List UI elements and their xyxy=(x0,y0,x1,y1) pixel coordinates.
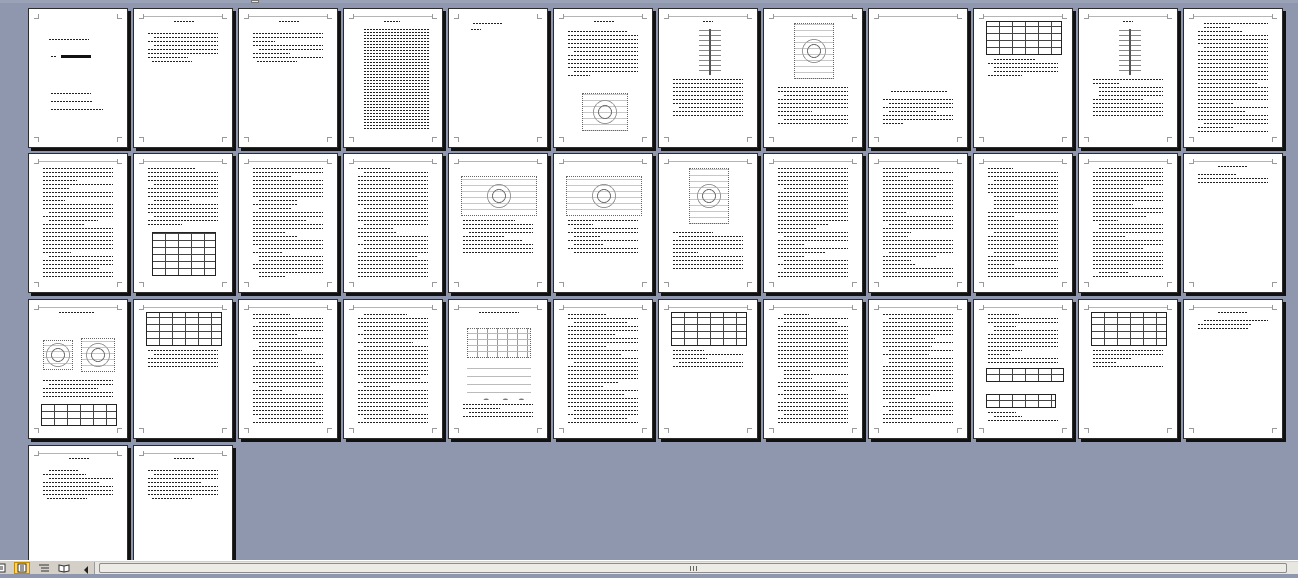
page-thumbnail[interactable] xyxy=(763,8,863,148)
page-thumbnail[interactable] xyxy=(238,153,338,293)
page-thumbnail[interactable] xyxy=(868,299,968,439)
reading-view-icon xyxy=(58,563,70,573)
arrow-left-icon xyxy=(83,559,89,578)
page-thumbnail[interactable] xyxy=(1078,153,1178,293)
page-thumbnail[interactable] xyxy=(868,153,968,293)
outline-view-button[interactable] xyxy=(36,562,52,574)
page-thumbnail[interactable] xyxy=(448,8,548,148)
page-thumbnail[interactable] xyxy=(343,153,443,293)
page-thumbnail[interactable] xyxy=(133,445,233,560)
scrollbar-grip-icon xyxy=(690,566,698,571)
page-thumbnail[interactable] xyxy=(238,8,338,148)
page-thumbnail[interactable] xyxy=(28,8,128,148)
reading-view-button[interactable] xyxy=(56,562,72,574)
page-thumbnail[interactable] xyxy=(763,153,863,293)
page-thumbnail[interactable] xyxy=(133,299,233,439)
page-thumbnail[interactable] xyxy=(1078,8,1178,148)
page-thumbnail[interactable] xyxy=(448,153,548,293)
page-thumbnail[interactable] xyxy=(553,153,653,293)
print-layout-view-button[interactable] xyxy=(14,562,30,574)
page-thumbnail[interactable] xyxy=(1183,153,1283,293)
normal-view-button[interactable] xyxy=(0,562,8,574)
page-thumbnail[interactable] xyxy=(658,299,758,439)
normal-view-icon xyxy=(0,563,6,573)
page-thumbnail[interactable] xyxy=(238,299,338,439)
scroll-left-button[interactable] xyxy=(80,562,92,574)
page-thumbnail[interactable] xyxy=(763,299,863,439)
page-thumbnail[interactable] xyxy=(343,8,443,148)
page-thumbnail[interactable] xyxy=(553,8,653,148)
page-thumbnail[interactable] xyxy=(658,8,758,148)
page-thumbnail[interactable] xyxy=(553,299,653,439)
page-thumbnail[interactable] xyxy=(133,153,233,293)
page-thumbnail[interactable] xyxy=(133,8,233,148)
page-thumbnail[interactable] xyxy=(28,153,128,293)
page-thumbnail[interactable] xyxy=(28,299,128,439)
page-thumbnail[interactable] xyxy=(658,153,758,293)
page-thumbnail[interactable] xyxy=(973,153,1073,293)
page-thumbnail[interactable] xyxy=(868,8,968,148)
page-thumbnail[interactable] xyxy=(973,8,1073,148)
page-thumbnail[interactable] xyxy=(1183,299,1283,439)
horizontal-scrollbar-thumb[interactable] xyxy=(99,563,1287,573)
horizontal-scrollbar[interactable] xyxy=(94,562,1298,574)
print-layout-view-icon xyxy=(16,563,28,573)
page-thumbnail[interactable] xyxy=(28,445,128,560)
document-workspace[interactable] xyxy=(0,0,1298,560)
status-bar xyxy=(0,560,1298,574)
page-thumbnail[interactable] xyxy=(448,299,548,439)
top-ruler-edge xyxy=(0,0,1298,3)
outline-view-icon xyxy=(38,563,50,573)
page-thumbnail[interactable] xyxy=(343,299,443,439)
page-thumbnail[interactable] xyxy=(1183,8,1283,148)
page-thumbnail[interactable] xyxy=(1078,299,1178,439)
top-scroll-marker[interactable] xyxy=(251,0,259,3)
page-thumbnail[interactable] xyxy=(973,299,1073,439)
